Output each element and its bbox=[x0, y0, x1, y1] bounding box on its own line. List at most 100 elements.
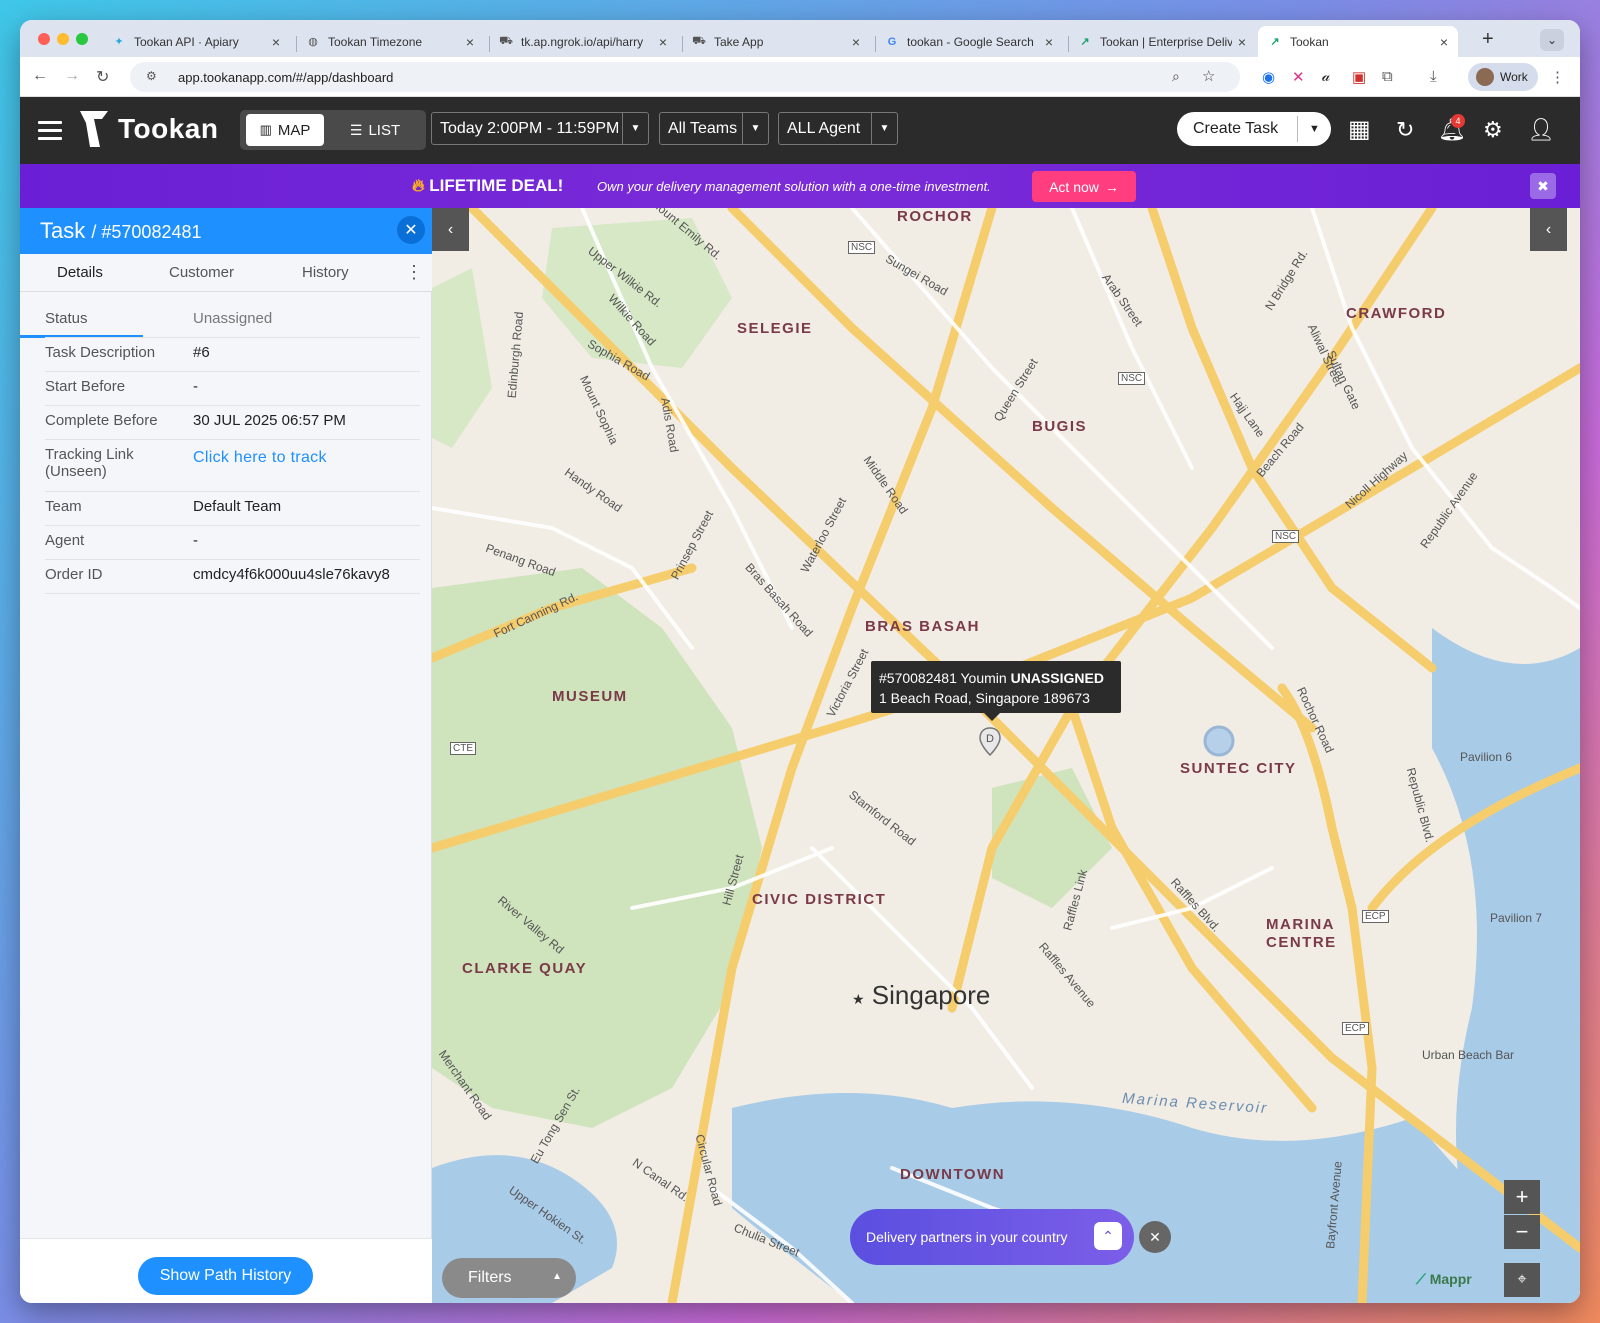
url-field[interactable]: ⚙ app.tookanapp.com/#/app/dashboard ⌕ ☆ bbox=[130, 62, 1240, 92]
expand-right-panel-button[interactable]: ‹ bbox=[1530, 208, 1567, 251]
user-icon[interactable]: 👤︎ bbox=[1527, 117, 1555, 143]
caret-up-icon: ▲ bbox=[552, 1271, 562, 1282]
tab-search-icon[interactable]: ⌄ bbox=[1540, 29, 1564, 51]
browser-window: ✦ Tookan API · Apiary × ◍ Tookan Timezon… bbox=[20, 20, 1580, 1303]
extension-icon[interactable]: ✕ bbox=[1292, 68, 1305, 86]
list-view-button[interactable]: ☰ LIST bbox=[332, 114, 418, 146]
close-banner-button[interactable]: ✖ bbox=[1530, 173, 1556, 199]
district-label: MARINA bbox=[1266, 916, 1335, 933]
chevron-down-icon[interactable]: ▼ bbox=[1297, 116, 1331, 142]
hamburger-menu-icon[interactable] bbox=[38, 121, 62, 140]
locate-me-button[interactable]: ⌖ bbox=[1504, 1263, 1540, 1297]
road-badge: CTE bbox=[450, 742, 476, 755]
teams-filter-select[interactable]: All Teams ▼ bbox=[659, 112, 769, 145]
close-tab-icon[interactable]: × bbox=[466, 34, 474, 50]
chevron-down-icon: ▼ bbox=[871, 113, 897, 144]
more-options-icon[interactable]: ⋮ bbox=[405, 262, 423, 283]
tab-details[interactable]: Details bbox=[57, 264, 103, 281]
tab-customer[interactable]: Customer bbox=[169, 264, 234, 281]
zoom-icon[interactable]: ⌕ bbox=[1172, 68, 1180, 85]
tracking-link[interactable]: Click here to track bbox=[193, 449, 327, 467]
new-tab-icon[interactable]: + bbox=[1482, 28, 1494, 51]
extension-icon[interactable]: 𝒶 bbox=[1322, 68, 1330, 85]
back-icon[interactable]: ← bbox=[32, 67, 48, 85]
map-view-button[interactable]: ▥ MAP bbox=[246, 114, 324, 146]
city-label: ★ Singapore bbox=[852, 980, 991, 1010]
download-icon[interactable]: ⤓ bbox=[1430, 68, 1437, 85]
close-prompt-button[interactable]: ✕ bbox=[1139, 1221, 1171, 1253]
svg-text:D: D bbox=[986, 733, 994, 745]
road-badge: ECP bbox=[1362, 910, 1389, 923]
browser-tab[interactable]: ↗ Tookan | Enterprise Delive × bbox=[1068, 26, 1256, 57]
close-tab-icon[interactable]: × bbox=[852, 34, 860, 50]
browser-tab-active[interactable]: ↗ Tookan × bbox=[1258, 26, 1458, 57]
chevron-up-icon[interactable]: ⌃ bbox=[1094, 1222, 1122, 1250]
map-pin-icon: D bbox=[979, 727, 1001, 757]
tab-strip: ✦ Tookan API · Apiary × ◍ Tookan Timezon… bbox=[20, 20, 1580, 57]
browser-tab[interactable]: ◍ Tookan Timezone × bbox=[296, 26, 484, 57]
fire-icon: 🔥︎ bbox=[412, 176, 425, 195]
show-path-history-button[interactable]: Show Path History bbox=[138, 1257, 313, 1295]
app-header: Tookan ▥ MAP ☰ LIST Today 2:00PM - 11:59PM… bbox=[20, 97, 1580, 164]
browser-tab[interactable]: ⛟ tk.ap.ngrok.io/api/harry × bbox=[489, 26, 677, 57]
zoom-in-button[interactable]: + bbox=[1504, 1180, 1540, 1214]
profile-button[interactable]: Work bbox=[1468, 63, 1538, 91]
create-task-button[interactable]: Create Task ▼ bbox=[1177, 112, 1331, 146]
delivery-partners-prompt[interactable]: Delivery partners in your country ⌃ bbox=[850, 1209, 1134, 1265]
browser-menu-icon[interactable]: ⋮ bbox=[1550, 68, 1565, 86]
close-tab-icon[interactable]: × bbox=[1440, 34, 1448, 50]
collapse-panel-button[interactable]: ‹ bbox=[432, 208, 469, 251]
cart-icon: ⛟ bbox=[499, 34, 513, 47]
district-label: BUGIS bbox=[1032, 418, 1088, 435]
promo-banner: 🔥︎ LIFETIME DEAL! Own your delivery mana… bbox=[20, 164, 1580, 208]
close-tab-icon[interactable]: × bbox=[272, 34, 280, 50]
robot-icon[interactable]: ⚙ bbox=[1483, 117, 1503, 143]
extensions-puzzle-icon[interactable]: ⧉ bbox=[1382, 68, 1393, 85]
zoom-out-button[interactable]: − bbox=[1504, 1215, 1540, 1249]
district-label: SELEGIE bbox=[737, 320, 813, 337]
road-badge: NSC bbox=[848, 241, 876, 254]
browser-tab[interactable]: ✦ Tookan API · Apiary × bbox=[102, 26, 290, 57]
extension-icon[interactable]: ▣ bbox=[1352, 68, 1366, 86]
close-tab-icon[interactable]: × bbox=[1238, 34, 1246, 50]
district-label: MUSEUM bbox=[552, 688, 628, 705]
filters-button[interactable]: Filters ▲ bbox=[442, 1258, 576, 1298]
district-label: CRAWFORD bbox=[1346, 305, 1447, 322]
task-marker-tooltip: #570082481 Youmin UNASSIGNED 1 Beach Roa… bbox=[871, 661, 1121, 721]
apps-grid-icon[interactable]: ▦ bbox=[1348, 115, 1371, 144]
task-id: #570082481 bbox=[101, 222, 202, 242]
district-label: CLARKE QUAY bbox=[462, 960, 588, 977]
bookmark-star-icon[interactable]: ☆ bbox=[1202, 67, 1215, 85]
close-icon: ✕ bbox=[404, 222, 418, 239]
tab-history[interactable]: History bbox=[302, 264, 349, 281]
browser-tab[interactable]: ⛟ Take App × bbox=[682, 26, 870, 57]
tookan-logo[interactable]: Tookan bbox=[78, 107, 218, 151]
maximize-window-button[interactable] bbox=[76, 33, 88, 45]
tooltip-status: UNASSIGNED bbox=[1010, 670, 1104, 686]
close-tab-icon[interactable]: × bbox=[659, 34, 667, 50]
close-window-button[interactable] bbox=[38, 33, 50, 45]
detail-row-agent: Agent - bbox=[45, 526, 420, 560]
close-icon: ✖ bbox=[1537, 177, 1549, 194]
agent-filter-select[interactable]: ALL Agent ▼ bbox=[778, 112, 898, 145]
site-info-icon[interactable]: ⚙ bbox=[146, 69, 157, 83]
browser-tab[interactable]: G tookan - Google Search × bbox=[875, 26, 1063, 57]
forward-icon[interactable]: → bbox=[64, 67, 80, 85]
crosshair-icon: ⌖ bbox=[1517, 1271, 1527, 1288]
extension-icon[interactable]: ◉ bbox=[1262, 68, 1275, 86]
chevron-down-icon: ▼ bbox=[742, 113, 768, 144]
time-filter-select[interactable]: Today 2:00PM - 11:59PM ▼ bbox=[431, 112, 649, 145]
map-canvas bbox=[432, 208, 1580, 1303]
act-now-button[interactable]: Act now → bbox=[1032, 171, 1136, 202]
task-pin-marker[interactable]: D bbox=[978, 727, 1002, 757]
cart-icon: ⛟ bbox=[692, 34, 706, 47]
minimize-window-button[interactable] bbox=[57, 33, 69, 45]
map-view[interactable]: ROCHOR SELEGIE BUGIS CRAWFORD BRAS BASAH… bbox=[432, 208, 1580, 1303]
close-tab-icon[interactable]: × bbox=[1045, 34, 1053, 50]
reload-icon[interactable]: ↻ bbox=[96, 67, 109, 87]
detail-row-tracking: Tracking Link (Unseen) Click here to tra… bbox=[45, 440, 420, 492]
refresh-icon[interactable]: ↻ bbox=[1396, 117, 1414, 143]
arrow-right-icon: → bbox=[1104, 178, 1119, 195]
close-panel-button[interactable]: ✕ bbox=[397, 216, 425, 244]
plus-icon: + bbox=[1515, 1184, 1529, 1209]
